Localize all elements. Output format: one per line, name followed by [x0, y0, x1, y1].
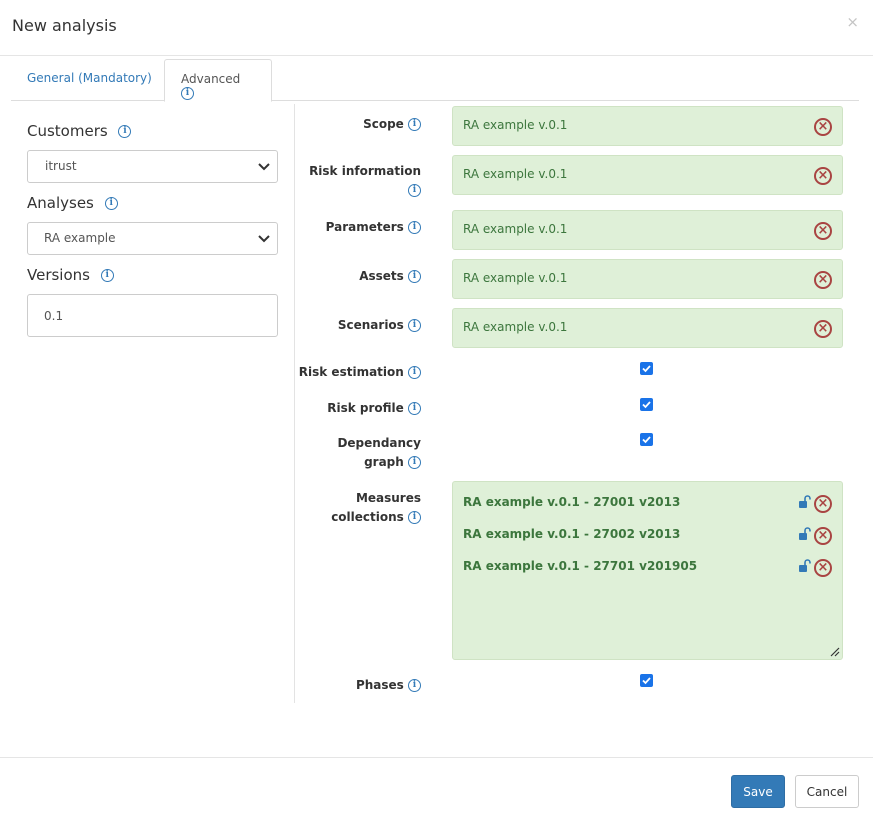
risk-information-field[interactable]: RA example v.0.1 × — [452, 155, 843, 195]
assets-field-value: RA example v.0.1 — [463, 271, 568, 285]
risk-profile-checkbox[interactable] — [640, 398, 653, 411]
versions-label: Versions i — [27, 266, 114, 284]
scope-label: Scope i — [363, 115, 421, 134]
info-icon[interactable]: i — [408, 679, 421, 692]
risk-profile-label: Risk profile i — [327, 399, 421, 418]
tab-bar: General (Mandatory) Advanced i — [11, 59, 859, 102]
dependancy-graph-label-line2: graph — [364, 455, 404, 469]
dependancy-graph-checkbox[interactable] — [640, 433, 653, 446]
measures-label-line2: collections — [331, 510, 404, 524]
dependancy-graph-label-line1: Dependancy — [337, 436, 421, 450]
risk-estimation-label-text: Risk estimation — [298, 365, 404, 379]
cancel-button[interactable]: Cancel — [795, 775, 859, 808]
scope-label-text: Scope — [363, 117, 404, 131]
unlock-icon[interactable] — [798, 495, 812, 509]
remove-icon[interactable]: × — [814, 271, 832, 289]
remove-icon[interactable]: × — [814, 320, 832, 338]
scope-field-value: RA example v.0.1 — [463, 118, 568, 132]
remove-icon[interactable]: × — [814, 559, 832, 577]
scope-field[interactable]: RA example v.0.1 × — [452, 106, 843, 146]
parameters-field-value: RA example v.0.1 — [463, 222, 568, 236]
unlock-icon[interactable] — [798, 527, 812, 541]
risk-estimation-label: Risk estimation i — [299, 363, 421, 382]
info-icon[interactable]: i — [100, 269, 114, 282]
remove-icon[interactable]: × — [814, 527, 832, 545]
phases-checkbox[interactable] — [640, 674, 653, 687]
info-icon[interactable]: i — [408, 270, 421, 283]
scenarios-label: Scenarios i — [338, 316, 421, 335]
parameters-label: Parameters i — [326, 218, 421, 237]
analyses-label-text: Analyses — [27, 194, 94, 212]
analyses-select[interactable]: RA example — [27, 222, 278, 255]
panel-divider — [294, 104, 295, 703]
info-icon[interactable]: i — [408, 366, 421, 379]
customers-select[interactable]: itrust — [27, 150, 278, 183]
risk-information-field-value: RA example v.0.1 — [463, 167, 568, 181]
assets-label-text: Assets — [359, 269, 404, 283]
modal-title: New analysis — [12, 16, 117, 35]
risk-profile-label-text: Risk profile — [327, 401, 404, 415]
info-icon[interactable]: i — [408, 511, 421, 524]
remove-icon[interactable]: × — [814, 495, 832, 513]
measure-item: RA example v.0.1 - 27001 v2013 — [463, 495, 681, 509]
unlock-icon[interactable] — [798, 559, 812, 573]
customers-label-text: Customers — [27, 122, 108, 140]
versions-label-text: Versions — [27, 266, 90, 284]
measure-item: RA example v.0.1 - 27701 v201905 — [463, 559, 698, 573]
scenarios-field-value: RA example v.0.1 — [463, 320, 568, 334]
analyses-select-value: RA example — [44, 231, 116, 245]
dependancy-graph-label: Dependancy graph i — [337, 434, 421, 472]
info-icon[interactable]: i — [408, 402, 421, 415]
info-icon[interactable]: i — [104, 197, 118, 210]
customers-label: Customers i — [27, 122, 132, 140]
measure-item: RA example v.0.1 - 27002 v2013 — [463, 527, 681, 541]
checkmark-icon — [642, 365, 651, 373]
tab-advanced[interactable]: Advanced i — [164, 59, 272, 102]
checkmark-icon — [642, 436, 651, 444]
info-icon[interactable]: i — [408, 184, 421, 197]
tab-advanced-label: Advanced — [181, 72, 241, 86]
info-icon[interactable]: i — [181, 87, 194, 100]
versions-input-value: 0.1 — [44, 309, 64, 323]
chevron-down-icon — [258, 235, 270, 243]
risk-information-label-text: Risk information — [309, 164, 421, 178]
info-icon[interactable]: i — [408, 221, 421, 234]
assets-label: Assets i — [359, 267, 421, 286]
versions-input[interactable]: 0.1 — [27, 294, 278, 337]
close-icon[interactable]: × — [846, 14, 859, 30]
risk-estimation-checkbox[interactable] — [640, 362, 653, 375]
resize-grip-icon[interactable] — [830, 647, 840, 657]
checkmark-icon — [642, 677, 651, 685]
tab-general-label: General (Mandatory) — [27, 71, 152, 85]
scenarios-label-text: Scenarios — [337, 318, 404, 332]
chevron-down-icon — [258, 163, 270, 171]
phases-label-text: Phases — [355, 678, 404, 692]
info-icon[interactable]: i — [408, 118, 421, 131]
measures-collections-label: Measures collections i — [331, 489, 421, 527]
scenarios-field[interactable]: RA example v.0.1 × — [452, 308, 843, 348]
info-icon[interactable]: i — [408, 456, 421, 469]
info-icon[interactable]: i — [408, 319, 421, 332]
info-icon[interactable]: i — [118, 125, 132, 138]
checkmark-icon — [642, 401, 651, 409]
assets-field[interactable]: RA example v.0.1 × — [452, 259, 843, 299]
remove-icon[interactable]: × — [814, 167, 832, 185]
save-button[interactable]: Save — [731, 775, 785, 808]
parameters-field[interactable]: RA example v.0.1 × — [452, 210, 843, 250]
remove-icon[interactable]: × — [814, 118, 832, 136]
customers-select-value: itrust — [45, 159, 77, 173]
parameters-label-text: Parameters — [325, 220, 404, 234]
risk-information-label: Risk information i — [309, 162, 421, 200]
measures-collections-box[interactable]: RA example v.0.1 - 27001 v2013 × RA exam… — [452, 481, 843, 660]
modal-footer: Save Cancel — [0, 757, 873, 820]
remove-icon[interactable]: × — [814, 222, 832, 240]
phases-label: Phases i — [356, 676, 421, 695]
modal-header: New analysis × — [0, 0, 873, 56]
measures-label-line1: Measures — [355, 491, 421, 505]
tab-general[interactable]: General (Mandatory) — [11, 59, 168, 101]
analyses-label: Analyses i — [27, 194, 118, 212]
